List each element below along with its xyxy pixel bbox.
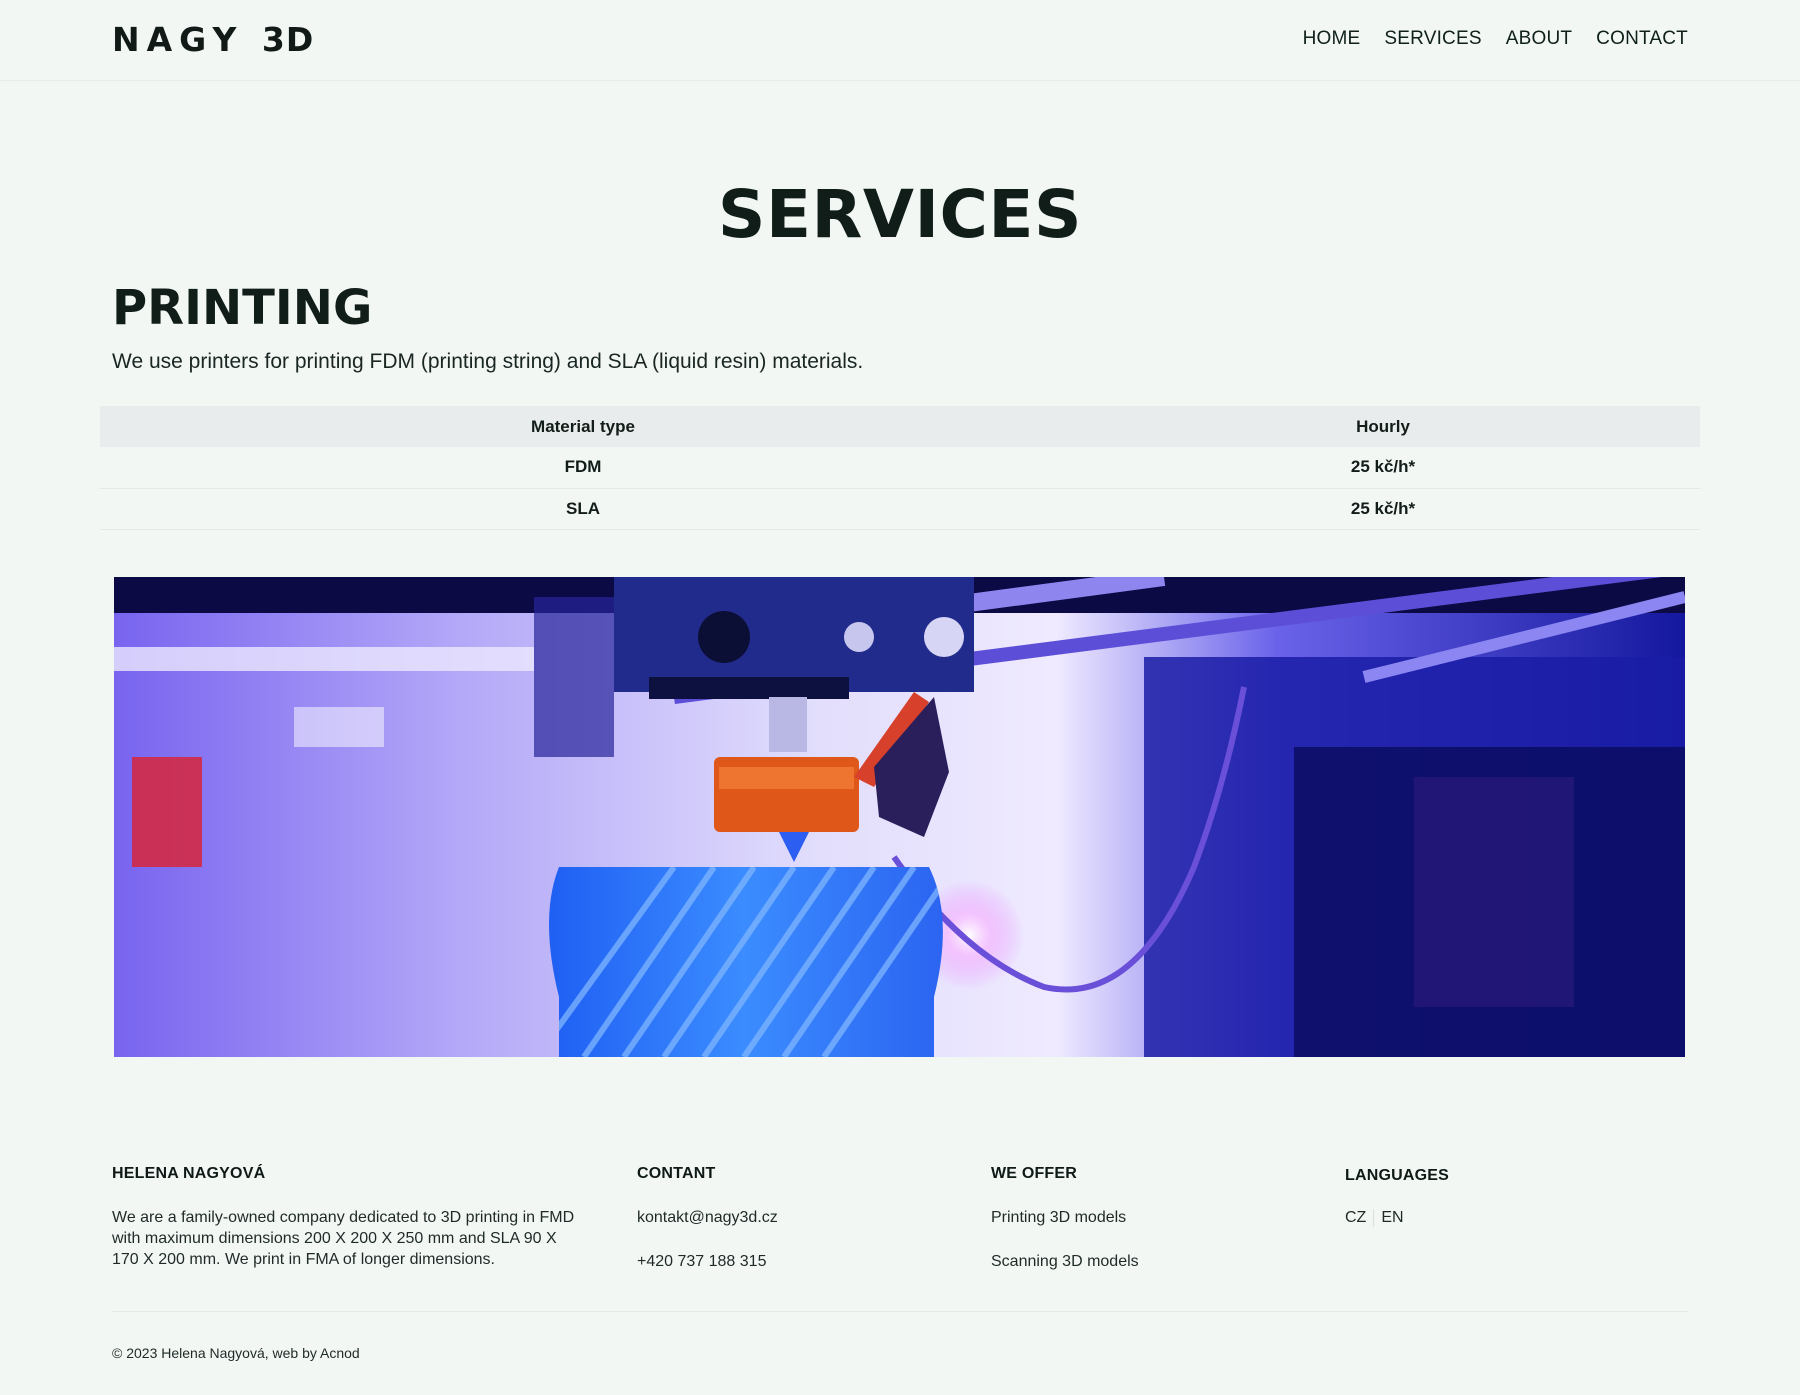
main-nav: HOME SERVICES ABOUT CONTACT <box>1303 28 1688 50</box>
language-en-link[interactable]: EN <box>1381 1209 1403 1227</box>
nav-services[interactable]: SERVICES <box>1384 28 1481 50</box>
offer-printing-link[interactable]: Printing 3D models <box>991 1207 1291 1228</box>
logo[interactable]: NAGY 3D <box>112 20 314 59</box>
language-divider <box>1373 1209 1375 1227</box>
table-cell-price: 25 kč/h* <box>1066 488 1700 530</box>
contact-phone-link[interactable]: +420 737 188 315 <box>637 1251 937 1272</box>
footer-contact: CONTANT kontakt@nagy3d.cz +420 737 188 3… <box>637 1165 937 1295</box>
table-cell-material: FDM <box>100 447 1066 489</box>
table-header-row: Material type Hourly <box>100 406 1700 447</box>
footer-about: HELENA NAGYOVÁ We are a family-owned com… <box>112 1165 582 1270</box>
nav-contact[interactable]: CONTACT <box>1596 28 1688 50</box>
column-header-hourly: Hourly <box>1066 406 1700 447</box>
section-heading-printing: PRINTING <box>112 280 373 336</box>
printer-illustration <box>114 577 1685 1057</box>
logo-suffix: 3D <box>261 20 315 59</box>
nav-home[interactable]: HOME <box>1303 28 1361 50</box>
footer-languages-heading: LANGUAGES <box>1345 1167 1450 1184</box>
footer-about-text: We are a family-owned company dedicated … <box>112 1209 575 1268</box>
copyright-text: © 2023 Helena Nagyová, web by Acnod <box>112 1345 360 1361</box>
price-table: Material type Hourly FDM 25 kč/h* SLA 25… <box>100 406 1700 530</box>
section-intro: We use printers for printing FDM (printi… <box>112 350 864 373</box>
footer-languages: LANGUAGES CZ EN <box>1345 1167 1645 1227</box>
contact-email-link[interactable]: kontakt@nagy3d.cz <box>637 1207 937 1228</box>
footer-contact-heading: CONTANT <box>637 1165 716 1182</box>
table-row: SLA 25 kč/h* <box>100 488 1700 530</box>
offer-scanning-link[interactable]: Scanning 3D models <box>991 1251 1291 1272</box>
footer-about-heading: HELENA NAGYOVÁ <box>112 1165 266 1182</box>
language-cz-link[interactable]: CZ <box>1345 1209 1366 1227</box>
language-switcher: CZ EN <box>1345 1209 1645 1227</box>
nav-about[interactable]: ABOUT <box>1506 28 1572 50</box>
table-cell-price: 25 kč/h* <box>1066 447 1700 489</box>
table-row: FDM 25 kč/h* <box>100 447 1700 489</box>
column-header-material: Material type <box>100 406 1066 447</box>
table-cell-material: SLA <box>100 488 1066 530</box>
page-title: SERVICES <box>717 176 1083 253</box>
logo-text: NAGY <box>112 20 244 59</box>
site-header: NAGY 3D HOME SERVICES ABOUT CONTACT <box>0 0 1800 81</box>
hero-image-3d-printer <box>114 577 1685 1057</box>
footer-offer: WE OFFER Printing 3D models Scanning 3D … <box>991 1165 1291 1295</box>
footer-offer-heading: WE OFFER <box>991 1165 1078 1182</box>
footer-divider <box>112 1311 1688 1312</box>
